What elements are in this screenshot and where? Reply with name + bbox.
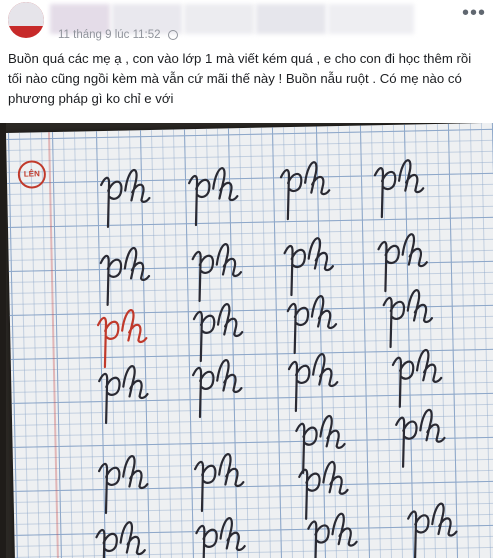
post-photo[interactable]: LÊN	[0, 123, 493, 558]
handwritten-ph	[97, 454, 150, 515]
handwritten-ph	[283, 236, 335, 297]
blurred-block	[256, 4, 326, 34]
handwritten-ph	[287, 352, 339, 413]
handwritten-ph	[406, 502, 459, 558]
handwritten-ph	[382, 288, 434, 349]
handwritten-ph	[192, 302, 244, 363]
globe-icon	[167, 30, 178, 40]
handwritten-ph	[286, 294, 338, 355]
handwritten-ph	[195, 516, 247, 558]
handwritten-ph-red	[96, 308, 149, 369]
handwritten-ph	[279, 160, 331, 221]
handwritten-ph	[373, 158, 425, 219]
handwritten-ph	[294, 414, 347, 475]
handwritten-ph	[377, 232, 429, 293]
more-options-button[interactable]: •••	[462, 3, 486, 24]
timestamp-text[interactable]: 11 tháng 9 lúc 11:52	[58, 29, 161, 41]
handwritten-ph	[391, 348, 443, 409]
more-horizontal-icon: •••	[462, 2, 487, 24]
post-caption: Buồn quá các mẹ ạ , con vào lớp 1 mà viế…	[8, 51, 472, 106]
blurred-block	[184, 4, 254, 34]
handwritten-ph	[306, 512, 359, 558]
photo-shadow-edge	[0, 123, 6, 558]
handwritten-ph	[97, 364, 150, 425]
handwritten-ph	[95, 520, 147, 558]
handwritten-ph	[297, 460, 350, 521]
avatar[interactable]	[8, 2, 44, 38]
blurred-block	[328, 4, 414, 34]
handwritten-ph	[193, 452, 246, 513]
notebook-page: LÊN	[6, 123, 493, 558]
post-timestamp[interactable]: 11 tháng 9 lúc 11:52	[58, 29, 178, 41]
handwritten-ph	[99, 246, 151, 307]
post-header: 11 tháng 9 lúc 11:52 •••	[0, 0, 493, 44]
handwritten-ph	[191, 358, 244, 419]
handwritten-ph	[99, 168, 152, 229]
handwriting-grid	[95, 158, 459, 558]
handwritten-ph	[394, 408, 447, 468]
handwritten-ph	[187, 166, 240, 227]
handwritten-ph	[191, 242, 243, 303]
